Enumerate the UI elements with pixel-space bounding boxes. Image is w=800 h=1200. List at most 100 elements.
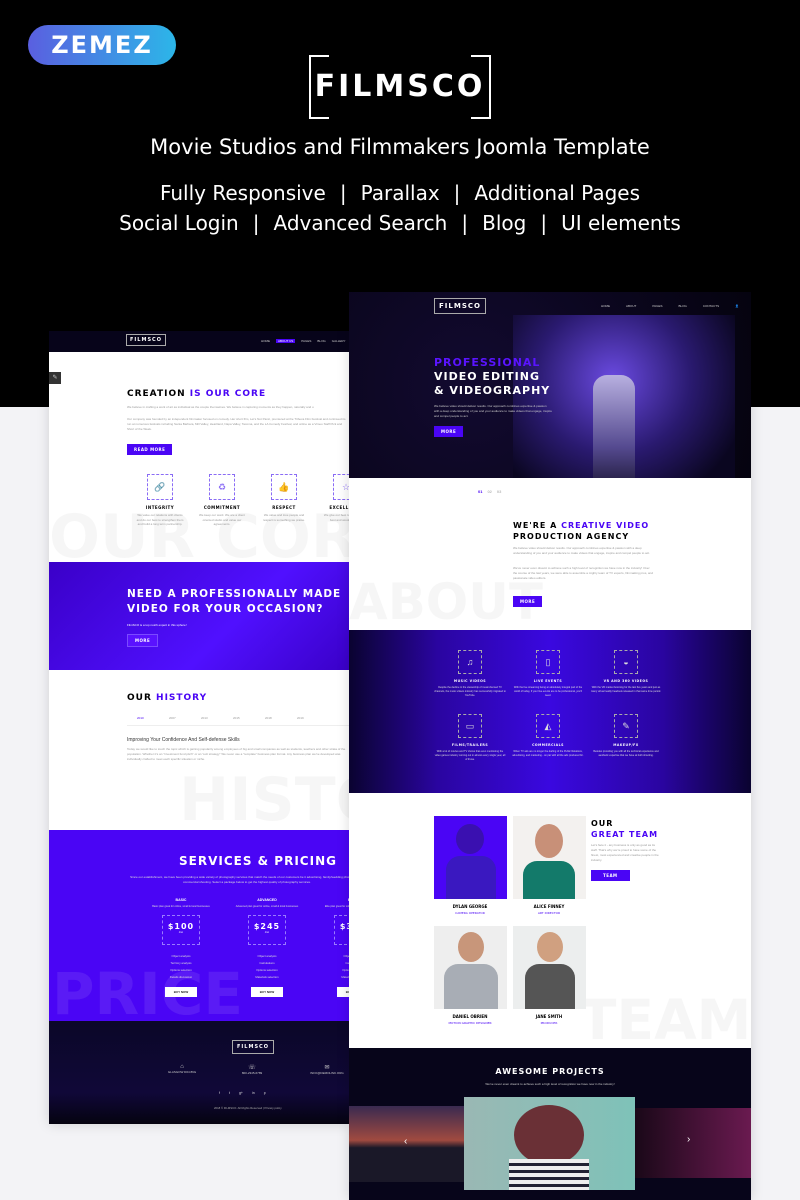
more-button[interactable]: MORE (127, 634, 159, 647)
plan-desc: Advanced plan great for online, small & … (235, 905, 299, 908)
project-image[interactable] (464, 1097, 635, 1190)
subtitle: Movie Studios and Filmmakers Joomla Temp… (150, 135, 650, 159)
watermark: TEAM (579, 988, 751, 1048)
buy-now-button[interactable]: BUY NOW (165, 987, 197, 997)
mail-icon: ✉ (324, 1065, 330, 1071)
slide-indicator[interactable]: 01 (478, 489, 482, 494)
section-title: AWESOME PROJECTS (495, 1067, 605, 1076)
service-title: MUSIC VIDEOS (453, 679, 487, 683)
creation-section: ✎ OUR CORE CREATION IS OUR CORE We belie… (49, 352, 350, 562)
chevron-right-icon[interactable]: › (687, 1134, 690, 1145)
service-title: FILMS/TRAILERS (451, 743, 489, 747)
more-button[interactable]: MORE (434, 426, 464, 437)
buy-now-button[interactable]: BUY NOW (251, 987, 283, 997)
service-title: LIVE EVENTS (533, 679, 563, 683)
star-icon: ☆ (333, 474, 350, 500)
nav-item[interactable]: HOME (601, 304, 610, 308)
value-text: We value and love people and respect is … (262, 513, 306, 522)
price-box: $100/mo (162, 915, 200, 945)
logo[interactable]: FILMSCO (126, 334, 166, 346)
value-text: We give our best to work with the best a… (323, 513, 350, 522)
team-photo[interactable] (434, 926, 507, 1009)
pricing-plan: BASIC Basic plan great for online, small … (141, 898, 221, 997)
timeline-year[interactable]: 2018 (265, 716, 272, 720)
value-card: 👍 RESPECT We value and love people and res… (259, 474, 309, 522)
service-text: When TV ads are no longer the darling of… (512, 750, 584, 758)
history-subtitle: Improving Your Confidence And Self-defen… (127, 737, 240, 743)
service-text: With a lot of movies and TV shows that e… (434, 750, 506, 762)
feature: Fully Responsive (159, 181, 326, 205)
nav-item[interactable]: ABOUT (626, 304, 636, 308)
plan-price: $345 (339, 922, 350, 931)
edit-icon[interactable]: ✎ (49, 372, 61, 384)
slide-indicator[interactable]: 02 (487, 489, 491, 494)
team-button[interactable]: TEAM (591, 870, 630, 881)
read-more-button[interactable]: READ MORE (127, 444, 173, 455)
paragraph: We've never even dreamt to achieve such … (513, 566, 654, 580)
project-image[interactable]: ‹ (349, 1106, 464, 1182)
paragraph: We believe in crafting a work of art as … (127, 405, 314, 409)
hero-text: We believe video should deliver results.… (434, 404, 552, 418)
phone-icon: ☏ (248, 1065, 256, 1071)
nav-item[interactable]: CONTACTS (703, 304, 719, 308)
social-icon[interactable]: f (219, 1091, 220, 1095)
user-icon[interactable]: 👤 (735, 304, 739, 308)
plan-price: $100 (167, 922, 195, 931)
team-photo[interactable] (513, 816, 586, 899)
phone[interactable]: ☏ 800-2345-6789 (227, 1064, 277, 1075)
timeline-year[interactable]: 2015 (233, 716, 240, 720)
hero-title: PROFESSIONAL VIDEO EDITING & VIDEOGRAPHY (434, 356, 551, 397)
left-navbar: FILMSCO HOME ABOUT US PAGES BLOG GALLERY (49, 331, 350, 352)
zemez-logo[interactable]: ZEMEZ (28, 25, 176, 65)
plan-name: BASIC (175, 898, 187, 902)
timeline-year[interactable]: 2013 (201, 716, 208, 720)
team-photo[interactable] (513, 926, 586, 1009)
project-image[interactable]: › (635, 1108, 751, 1178)
banner-title: NEED A PROFESSIONALLY MADE VIDEO FOR YOUR… (127, 588, 342, 615)
feature: Parallax (360, 181, 440, 205)
nav-item[interactable]: GALLERY (332, 339, 346, 343)
logo[interactable]: FILMSCO (434, 298, 486, 314)
social-icon[interactable]: p (264, 1091, 266, 1095)
social-icon[interactable]: g+ (239, 1091, 243, 1095)
social-icon[interactable]: in (252, 1091, 255, 1095)
about-title: WE'RE A CREATIVE VIDEO PRODUCTION AGENCY (513, 521, 650, 541)
feature: UI elements (561, 211, 681, 235)
plan-price: $245 (253, 922, 281, 931)
recycle-icon: ♻ (209, 474, 235, 500)
value-title: RESPECT (272, 505, 296, 510)
timeline-year[interactable]: 2019 (297, 716, 304, 720)
nav-item[interactable]: HOME (261, 339, 270, 343)
timeline-year[interactable]: 2007 (169, 716, 176, 720)
music-icon: ♫ (458, 650, 482, 674)
hero-section: FILMSCO HOME ABOUT PAGES BLOG CONTACTS 👤 PROF… (349, 292, 751, 478)
price-box: $345/mo (334, 915, 350, 945)
value-title: COMMITMENT (203, 505, 241, 510)
nav-item[interactable]: BLOG (678, 304, 686, 308)
right-page-preview: FILMSCO HOME ABOUT PAGES BLOG CONTACTS 👤 PROF… (349, 292, 751, 1200)
plan-feature: Options selection (256, 968, 278, 972)
social-icon[interactable]: t (229, 1091, 230, 1095)
service-card: ◭ COMMERCIALS When TV ads are no longer th… (512, 714, 584, 758)
team-photo[interactable] (434, 816, 507, 899)
nav-item[interactable]: BLOG (317, 339, 325, 343)
team-section: TEAM DYLAN GEORGECAMERA OPERATOR ALICE F… (349, 793, 751, 1048)
history-section: HISTORY OUR HISTORY 2010 2007 2013 2015 2018… (49, 670, 350, 830)
nav-item-active[interactable]: ABOUT US (276, 339, 296, 343)
nav-item[interactable]: PAGES (301, 339, 311, 343)
plan-feature: Materials selection (341, 975, 350, 979)
email[interactable]: ✉ INFO@DEMOLINK.ORG (297, 1064, 350, 1075)
pricing-plan: ADVANCED Advanced plan great for online, … (227, 898, 307, 997)
vr-icon: ◒ (614, 650, 638, 674)
more-button[interactable]: MORE (513, 596, 543, 607)
team-member: ALICE FINNEY ART DIRECTOR (533, 904, 565, 915)
nav-menu: HOME ABOUT PAGES BLOG CONTACTS 👤 (601, 304, 739, 308)
value-card: ♻ COMMITMENT We keep our word. We are a cl… (197, 474, 247, 527)
chevron-left-icon[interactable]: ‹ (404, 1136, 407, 1147)
nav-item[interactable]: PAGES (652, 304, 662, 308)
slide-indicator[interactable]: 03 (497, 489, 501, 494)
feature: Social Login (119, 211, 239, 235)
plan-feature: Calculations (259, 961, 275, 965)
timeline-year[interactable]: 2010 (137, 716, 144, 720)
plan-name: ADVANCED (257, 898, 277, 902)
